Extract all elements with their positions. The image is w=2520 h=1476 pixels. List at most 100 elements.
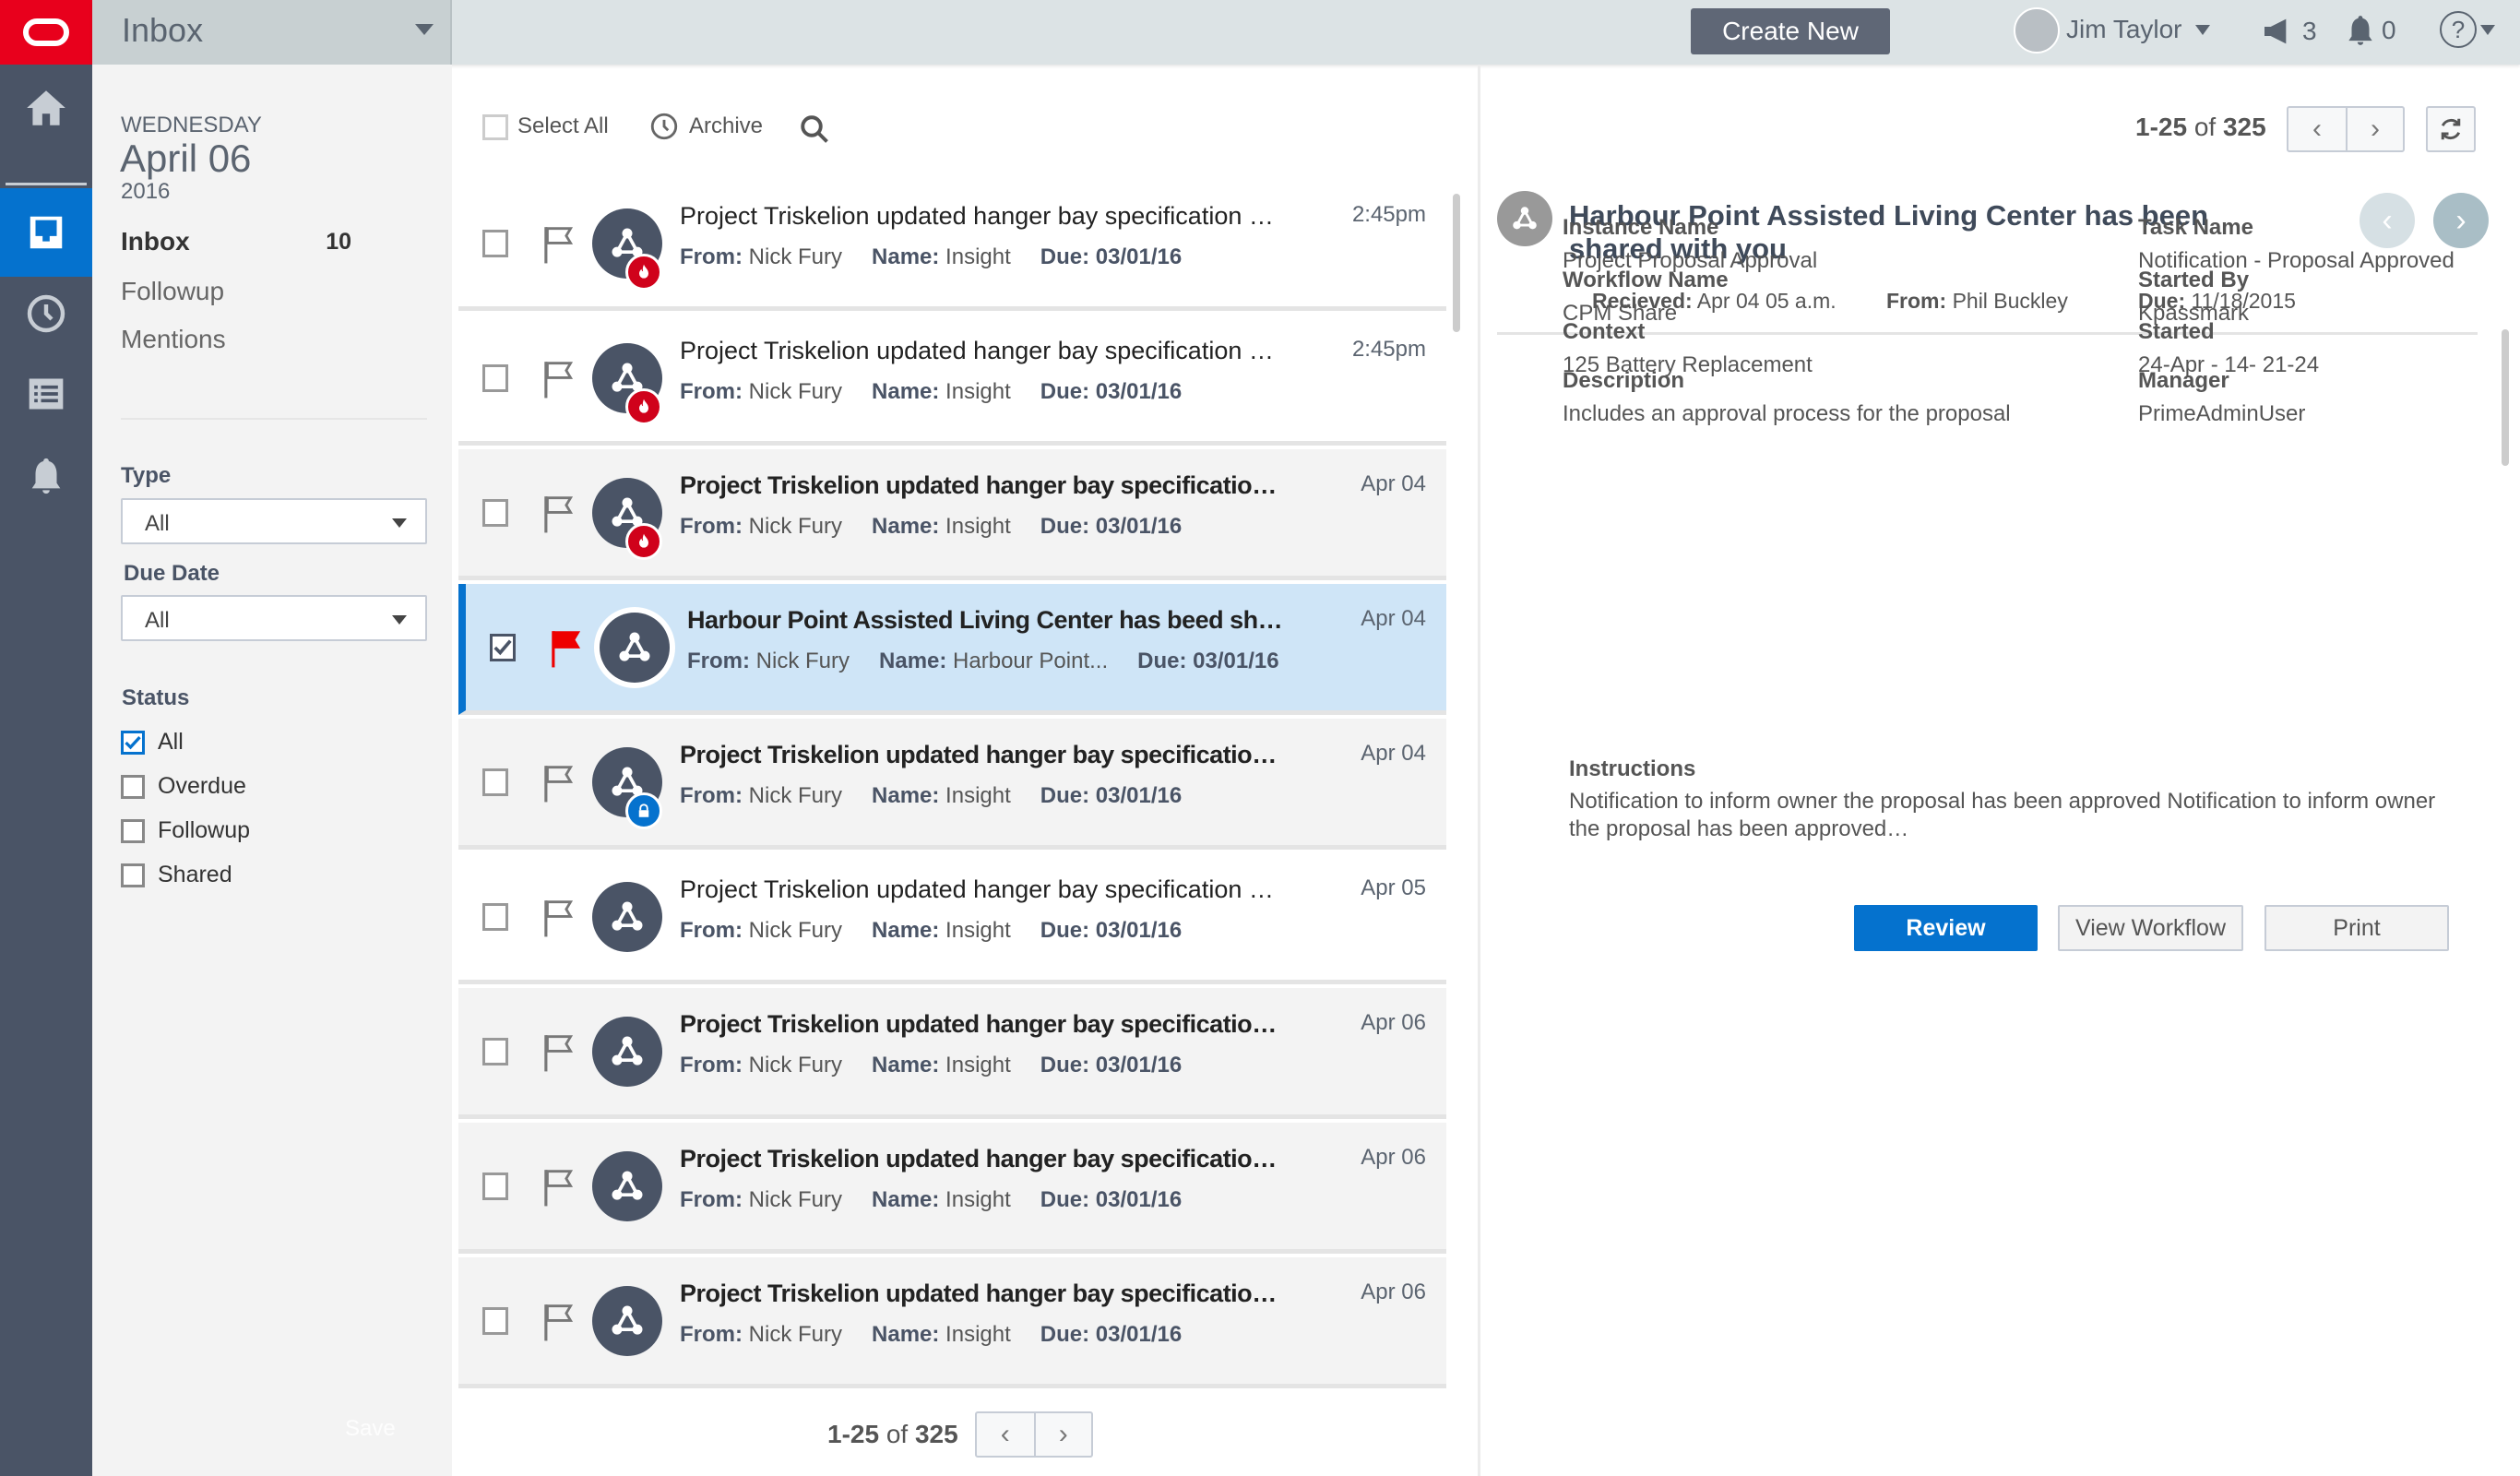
status-filter-followup[interactable]: Followup	[121, 817, 250, 844]
row-checkbox[interactable]	[482, 364, 508, 392]
row-checkbox[interactable]	[482, 1038, 508, 1065]
nav-item-mentions[interactable]: Mentions	[121, 325, 226, 354]
item-meta: From: Nick Fury Name: Insight Due: 03/01/1…	[680, 1187, 1183, 1212]
user-name: Jim Taylor	[2066, 15, 2182, 43]
view-workflow-button[interactable]: View Workflow	[2058, 905, 2243, 951]
checkbox[interactable]	[121, 774, 145, 799]
next-page-button[interactable]: ›	[1033, 1413, 1091, 1456]
prev-item-button[interactable]: ‹	[2360, 193, 2415, 248]
flag-icon[interactable]	[541, 1302, 577, 1342]
detail-scrollbar[interactable]	[2502, 329, 2509, 466]
list-scrollbar[interactable]	[1453, 194, 1460, 332]
item-time: 2:45pm	[1351, 202, 1426, 227]
item-meta: From: Nick Fury Name: Insight Due: 03/01/1…	[680, 1053, 1183, 1077]
avatar[interactable]	[2014, 7, 2060, 54]
item-title: Project Triskelion updated hanger bay sp…	[680, 1280, 1279, 1307]
flag-icon[interactable]	[541, 763, 577, 803]
status-filter-shared[interactable]: Shared	[121, 862, 232, 888]
item-time: Apr 04	[1361, 471, 1426, 496]
bell-icon[interactable]	[0, 434, 92, 518]
flag-icon[interactable]	[541, 1167, 577, 1208]
oracle-logo[interactable]	[0, 0, 92, 65]
list-item[interactable]: Project Triskelion updated hanger bay sp…	[458, 988, 1446, 1119]
date: April 06	[120, 137, 252, 180]
bell-icon	[2348, 16, 2372, 45]
row-checkbox[interactable]	[490, 634, 516, 661]
flag-icon[interactable]	[549, 628, 584, 669]
save-button[interactable]: Save	[345, 1416, 396, 1442]
list-item[interactable]: Project Triskelion updated hanger bay sp…	[458, 315, 1446, 446]
list-item[interactable]: Project Triskelion updated hanger bay sp…	[458, 1123, 1446, 1254]
item-meta: From: Nick Fury Name: Insight Due: 03/01/1…	[680, 379, 1183, 404]
chevron-down-icon	[392, 518, 407, 528]
workflow-icon	[612, 1036, 643, 1065]
item-time: Apr 06	[1361, 1280, 1426, 1304]
workflow-icon	[612, 1171, 643, 1200]
flag-icon[interactable]	[541, 898, 577, 938]
due-date-value: All	[145, 608, 170, 633]
row-checkbox[interactable]	[482, 1172, 508, 1200]
item-time: Apr 05	[1361, 875, 1426, 900]
item-time: Apr 04	[1361, 606, 1426, 631]
chevron-down-icon	[392, 615, 407, 625]
lock-icon	[625, 792, 662, 829]
avatar	[592, 882, 662, 952]
notifications-button[interactable]: 0	[2343, 11, 2396, 50]
item-meta: From: Nick Fury Name: Insight Due: 03/01/1…	[680, 783, 1183, 808]
nav-item-inbox[interactable]: Inbox 10	[121, 227, 351, 256]
user-menu[interactable]: Jim Taylor	[2066, 15, 2210, 44]
row-checkbox[interactable]	[482, 499, 508, 527]
flag-icon[interactable]	[541, 224, 577, 265]
review-button[interactable]: Review	[1854, 905, 2038, 951]
item-title: Project Triskelion updated hanger bay sp…	[680, 202, 1279, 230]
row-checkbox[interactable]	[482, 768, 508, 796]
print-button[interactable]: Print	[2264, 905, 2449, 951]
list-item[interactable]: Project Triskelion updated hanger bay sp…	[458, 1257, 1446, 1388]
item-title: Project Triskelion updated hanger bay sp…	[680, 875, 1279, 903]
section-dropdown[interactable]: Inbox	[92, 0, 452, 65]
checkbox[interactable]	[121, 730, 145, 755]
select-all-checkbox[interactable]	[482, 114, 508, 140]
flag-icon[interactable]	[541, 1032, 577, 1073]
field-label: Context	[1563, 319, 1646, 344]
status-label: Status	[122, 685, 190, 710]
field-label: Manager	[2138, 368, 2229, 393]
announcements-button[interactable]: 3	[2260, 13, 2317, 50]
prev-page-button[interactable]: ‹	[977, 1413, 1034, 1456]
checkbox[interactable]	[121, 818, 145, 843]
list-item[interactable]: Project Triskelion updated hanger bay sp…	[458, 449, 1446, 580]
flag-icon[interactable]	[541, 359, 577, 399]
workflow-icon	[612, 901, 643, 931]
home-icon[interactable]	[0, 66, 92, 149]
history-icon	[650, 113, 678, 140]
archive-button[interactable]: Archive	[648, 111, 763, 142]
create-new-button[interactable]: Create New	[1691, 8, 1890, 54]
flag-icon[interactable]	[541, 494, 577, 534]
status-filter-overdue[interactable]: Overdue	[121, 773, 246, 800]
history-icon[interactable]	[0, 272, 92, 355]
row-checkbox[interactable]	[482, 1307, 508, 1335]
status-filter-label: Shared	[158, 862, 232, 887]
row-checkbox[interactable]	[482, 903, 508, 931]
search-icon[interactable]	[798, 113, 831, 146]
status-filter-all[interactable]: All	[121, 729, 184, 756]
list-item[interactable]: Project Triskelion updated hanger bay sp…	[458, 180, 1446, 311]
list-icon[interactable]	[0, 352, 92, 435]
due-date-select[interactable]: All	[121, 595, 427, 641]
notifications-count: 0	[2382, 16, 2396, 44]
inbox-icon[interactable]	[0, 188, 92, 277]
select-all-label[interactable]: Select All	[517, 113, 609, 139]
chevron-down-icon	[415, 24, 434, 35]
list-item[interactable]: Project Triskelion updated hanger bay sp…	[458, 853, 1446, 984]
row-checkbox[interactable]	[482, 230, 508, 257]
help-menu[interactable]: ?	[2440, 11, 2495, 48]
megaphone-icon	[2264, 18, 2287, 44]
list-item[interactable]: Project Triskelion updated hanger bay sp…	[458, 719, 1446, 850]
type-select[interactable]: All	[121, 498, 427, 544]
list-item[interactable]: Harbour Point Assisted Living Center has…	[458, 584, 1446, 715]
nav-item-followup[interactable]: Followup	[121, 277, 224, 306]
next-item-button[interactable]: ›	[2433, 193, 2489, 248]
fire-icon	[625, 523, 662, 560]
checkbox[interactable]	[121, 863, 145, 887]
item-time: Apr 06	[1361, 1010, 1426, 1035]
